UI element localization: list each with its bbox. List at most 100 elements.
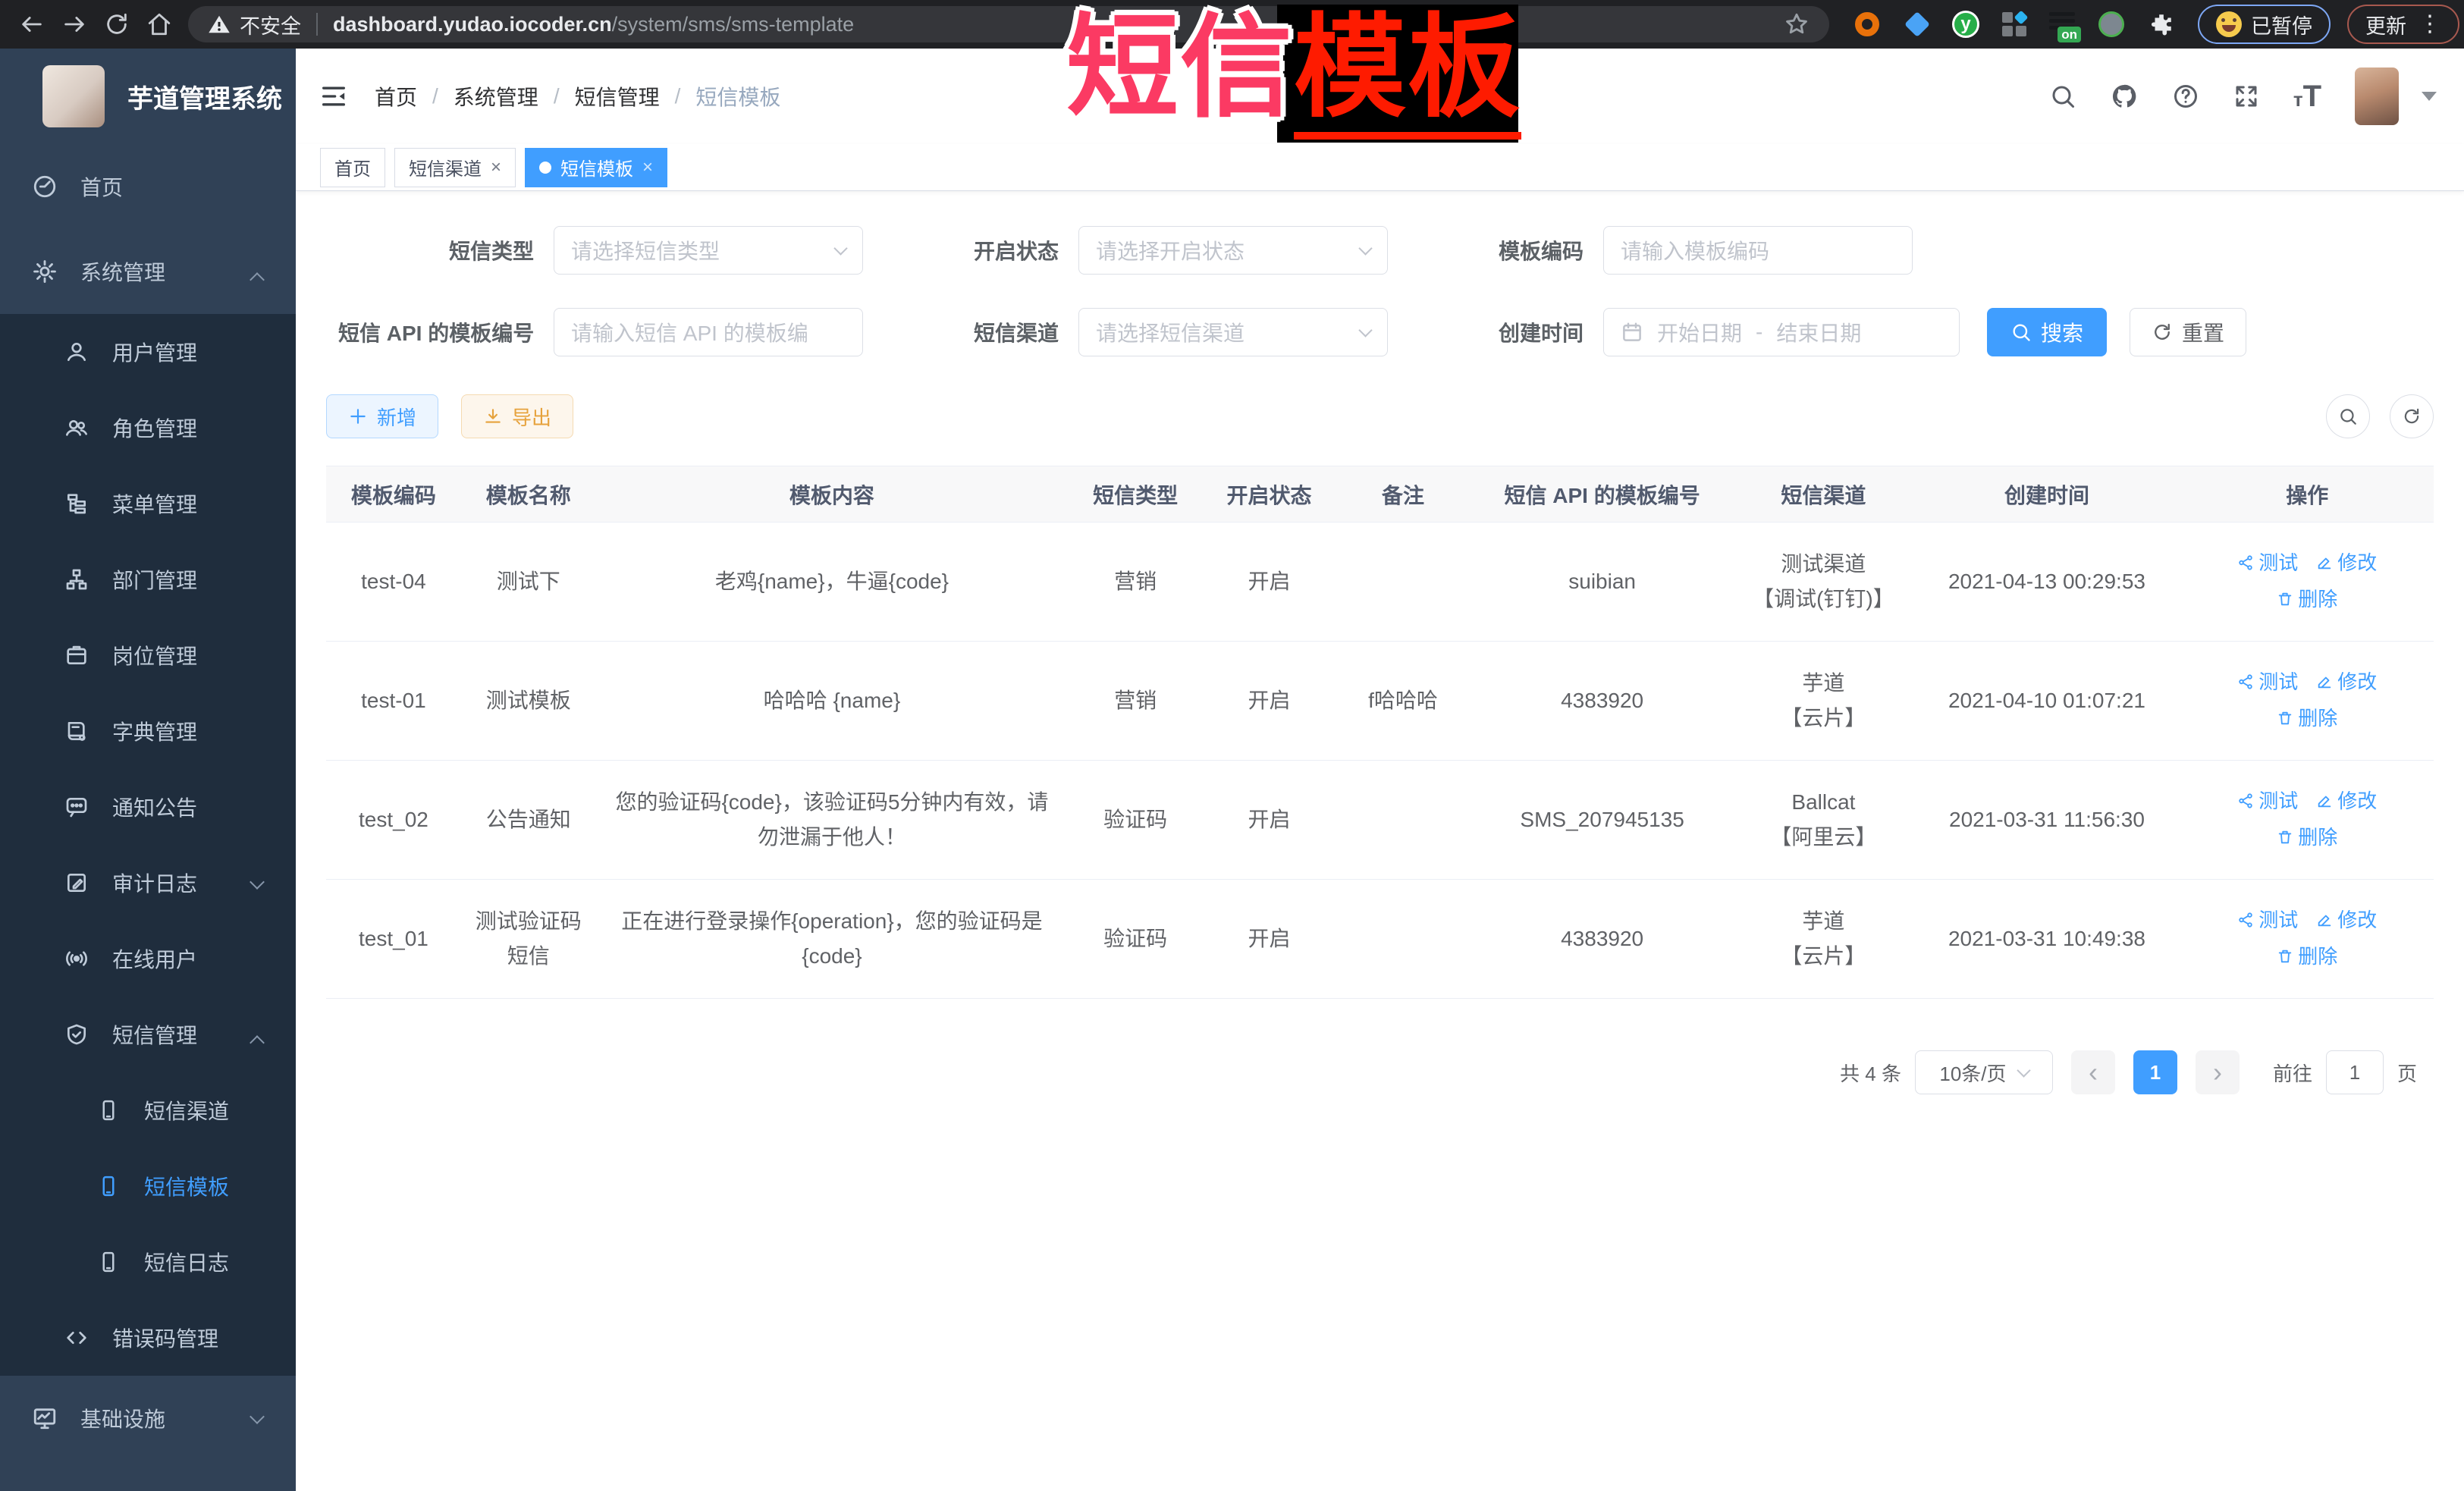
toggle-search-button[interactable] [2326,394,2370,438]
security-label[interactable]: 不安全 [240,10,301,39]
test-link[interactable]: 测试 [2237,664,2298,699]
sidebar-item-error-codes[interactable]: 错误码管理 [0,1300,296,1376]
bookmark-star-icon[interactable] [1784,11,1810,37]
col-status: 开启状态 [1203,466,1336,523]
date-range-picker[interactable]: 开始日期 - 结束日期 [1603,308,1960,356]
chevron-up-icon [250,1035,265,1050]
edit-link[interactable]: 修改 [2316,902,2377,937]
api-template-input[interactable]: 请输入短信 API 的模板编 [554,308,863,356]
prev-page-button[interactable]: ‹ [2071,1050,2115,1094]
create-time-label: 创建时间 [1388,317,1603,347]
avatar-caret-icon[interactable] [2422,92,2437,101]
test-link[interactable]: 测试 [2237,902,2298,937]
home-icon[interactable] [138,3,180,46]
test-link[interactable]: 测试 [2237,783,2298,818]
search-icon[interactable] [2049,83,2076,110]
test-link[interactable]: 测试 [2237,545,2298,580]
edit-link[interactable]: 修改 [2316,664,2377,699]
sidebar-item-sms[interactable]: 短信管理 [0,997,296,1072]
browser-menu-icon[interactable]: ⋮ [2418,13,2441,36]
add-button[interactable]: 新增 [326,394,438,438]
breadcrumb-system[interactable]: 系统管理 [454,81,538,111]
list-on-extension-icon[interactable]: on [2049,11,2076,38]
breadcrumb-sms[interactable]: 短信管理 [575,81,660,111]
back-icon[interactable] [11,3,53,46]
template-code-input[interactable]: 请输入模板编码 [1603,226,1913,275]
reset-button[interactable]: 重置 [2130,308,2246,356]
sidebar-item-notices[interactable]: 通知公告 [0,769,296,845]
help-icon[interactable] [2172,83,2199,110]
address-bar[interactable]: 不安全 dashboard.yudao.iocoder.cn/system/sm… [188,6,1829,42]
url-text[interactable]: dashboard.yudao.iocoder.cn/system/sms/sm… [333,13,854,36]
sidebar: 芋道管理系统 首页 系统管理 用户管理 角色管理 菜单管理 部门管理 岗位管理 … [0,49,296,1491]
sidebar-item-online-users[interactable]: 在线用户 [0,921,296,997]
grid-extension-icon[interactable] [1999,9,2029,39]
api-template-label: 短信 API 的模板编号 [338,317,554,347]
col-type: 短信类型 [1068,466,1203,523]
breadcrumb-home[interactable]: 首页 [375,81,417,111]
book-icon [64,718,89,744]
edit-link[interactable]: 修改 [2316,545,2377,580]
sidebar-item-posts[interactable]: 岗位管理 [0,617,296,693]
monkey-extension-icon[interactable] [2096,9,2127,39]
tab-home[interactable]: 首页 [320,148,385,187]
calendar-icon [1621,321,1643,344]
tags-view-bar: 首页 短信渠道 × 短信模板 × [296,144,2464,191]
sidebar-item-users[interactable]: 用户管理 [0,314,296,390]
sidebar-item-dicts[interactable]: 字典管理 [0,693,296,769]
breadcrumb-separator: / [554,84,560,108]
goto-page-input[interactable]: 1 [2326,1050,2384,1094]
delete-link[interactable]: 删除 [2277,582,2337,617]
col-name: 模板名称 [461,466,596,523]
update-button[interactable]: 更新 ⋮ [2347,5,2459,44]
fullscreen-icon[interactable] [2233,83,2260,110]
sidebar-item-roles[interactable]: 角色管理 [0,390,296,466]
close-icon[interactable]: × [642,157,653,178]
delete-link[interactable]: 删除 [2277,701,2337,736]
blue-gem-extension-icon[interactable] [1902,9,1932,39]
sidebar-item-sms-template[interactable]: 短信模板 [0,1148,296,1224]
sidebar-item-sms-log[interactable]: 短信日志 [0,1224,296,1300]
tab-sms-template[interactable]: 短信模板 × [525,148,667,187]
delete-link[interactable]: 删除 [2277,820,2337,855]
table-row: test_01 测试验证码短信 正在进行登录操作{operation}，您的验证… [326,880,2434,999]
delete-link[interactable]: 删除 [2277,939,2337,974]
user-icon [64,339,89,365]
col-remark: 备注 [1336,466,1471,523]
current-page-button[interactable]: 1 [2133,1050,2177,1094]
sidebar-item-system[interactable]: 系统管理 [0,229,296,314]
avatar[interactable] [2355,67,2399,125]
tab-sms-channel[interactable]: 短信渠道 × [394,148,516,187]
sidebar-item-sms-channel[interactable]: 短信渠道 [0,1072,296,1148]
sidebar-item-audit-log[interactable]: 审计日志 [0,845,296,921]
reload-icon[interactable] [96,3,138,46]
template-code-label: 模板编码 [1388,235,1603,265]
close-icon[interactable]: × [491,157,501,178]
extensions-puzzle-icon[interactable] [2146,9,2177,39]
search-button[interactable]: 搜索 [1987,308,2107,356]
next-page-button[interactable]: › [2196,1050,2240,1094]
code-icon [64,1325,89,1351]
forward-icon[interactable] [53,3,96,46]
collapse-sidebar-icon[interactable] [319,81,349,111]
sidebar-item-home[interactable]: 首页 [0,144,296,229]
goto-label: 前往 [2273,1059,2312,1087]
sidebar-item-departments[interactable]: 部门管理 [0,541,296,617]
sidebar-item-infrastructure[interactable]: 基础设施 [0,1376,296,1461]
y-extension-icon[interactable]: y [1952,11,1979,38]
export-button[interactable]: 导出 [461,394,573,438]
page-size-select[interactable]: 10条/页 [1915,1050,2053,1094]
filter-form: 短信类型 请选择短信类型 开启状态 请选择开启状态 模板编码 请输入模板编码 [338,226,2464,356]
edit-link[interactable]: 修改 [2316,783,2377,818]
github-icon[interactable] [2110,82,2139,111]
orange-ring-extension-icon[interactable] [1852,9,1882,39]
profile-paused-pill[interactable]: 已暂停 [2198,5,2331,44]
refresh-button[interactable] [2390,394,2434,438]
status-select[interactable]: 请选择开启状态 [1078,226,1388,275]
sms-channel-select[interactable]: 请选择短信渠道 [1078,308,1388,356]
sidebar-item-menus[interactable]: 菜单管理 [0,466,296,541]
font-size-icon[interactable]: тT [2293,80,2321,114]
app-logo-row[interactable]: 芋道管理系统 [0,49,296,144]
sms-type-select[interactable]: 请选择短信类型 [554,226,863,275]
app-logo [42,65,105,127]
